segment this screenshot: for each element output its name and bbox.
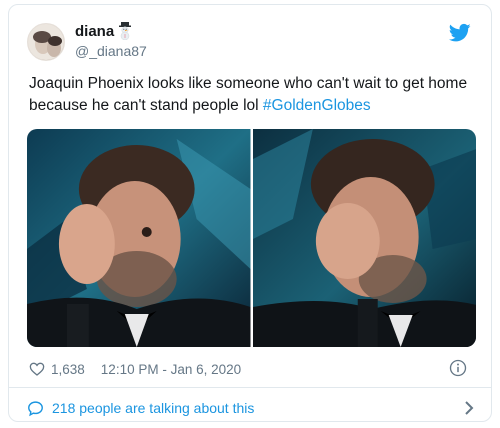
chat-icon xyxy=(28,400,43,416)
photo-1[interactable] xyxy=(27,129,251,347)
tweet-body: Joaquin Phoenix looks like someone who c… xyxy=(29,75,468,114)
heart-icon[interactable] xyxy=(29,361,45,377)
display-name[interactable]: diana xyxy=(75,23,114,40)
like-count[interactable]: 1,638 xyxy=(51,362,85,377)
tweet-card: diana @_diana87 Joaquin Phoenix looks li… xyxy=(8,4,492,422)
divider xyxy=(9,387,491,388)
photo-2[interactable] xyxy=(252,129,476,347)
chevron-right-icon xyxy=(465,401,474,415)
hashtag-link[interactable]: #GoldenGlobes xyxy=(263,97,371,114)
user-handle[interactable]: @_diana87 xyxy=(75,43,147,59)
tweet-timestamp[interactable]: 12:10 PM - Jan 6, 2020 xyxy=(101,362,241,377)
avatar[interactable] xyxy=(27,23,65,61)
media-grid xyxy=(27,129,476,347)
twitter-bird-icon[interactable] xyxy=(449,23,471,43)
snowman-icon xyxy=(118,22,132,41)
info-icon[interactable] xyxy=(449,359,467,377)
talking-about-text: 218 people are talking about this xyxy=(52,400,255,416)
talking-about-link[interactable]: 218 people are talking about this xyxy=(27,397,475,419)
name-row: diana xyxy=(75,22,132,41)
tweet-meta: 1,638 12:10 PM - Jan 6, 2020 xyxy=(29,359,241,379)
tweet-text: Joaquin Phoenix looks like someone who c… xyxy=(29,73,479,117)
